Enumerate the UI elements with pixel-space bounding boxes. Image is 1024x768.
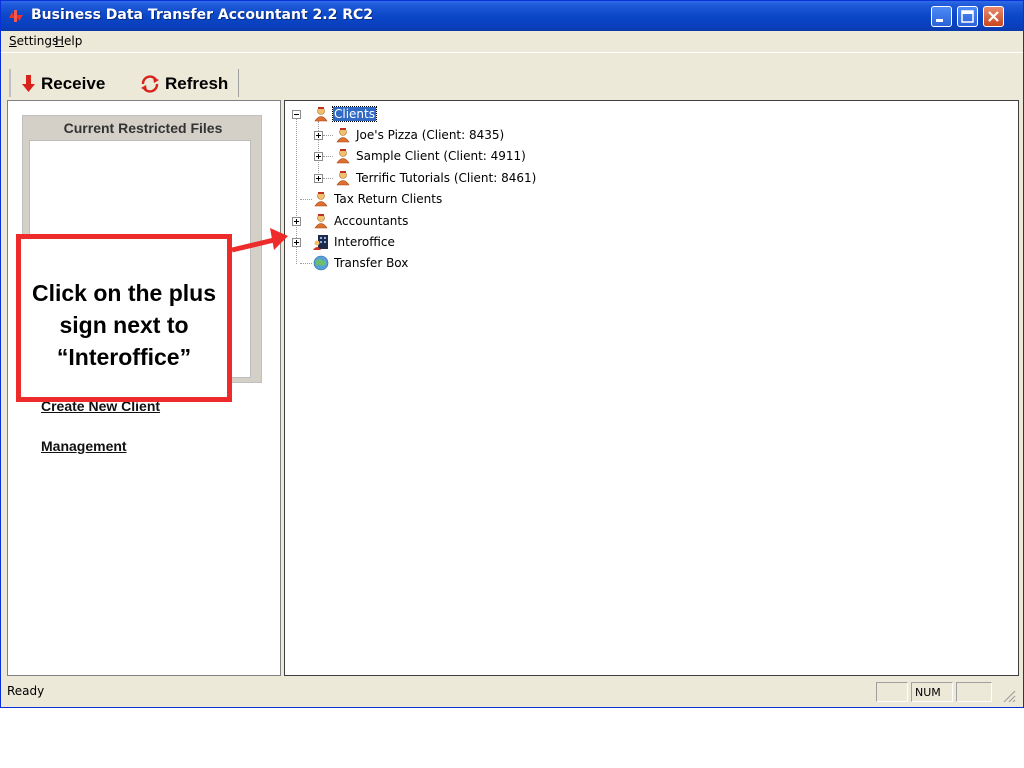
tree-line: [300, 199, 312, 200]
minus-icon: [294, 114, 299, 115]
tree-label-joes-pizza: Joe's Pizza (Client: 8435): [356, 128, 505, 142]
toolbar-group: Receive Refresh: [9, 69, 239, 97]
accountant-icon: [314, 214, 328, 229]
maximize-icon: [961, 10, 974, 23]
minimize-icon: [936, 19, 943, 22]
close-button[interactable]: [983, 6, 1004, 27]
expand-joes-pizza-toggle[interactable]: [314, 131, 323, 140]
status-text: Ready: [7, 684, 45, 698]
tutorial-callout: Click on the plus sign next to “Interoff…: [16, 234, 232, 402]
maximize-button[interactable]: [957, 6, 978, 27]
close-icon: [988, 11, 999, 22]
tree-node-terrific-tutorials[interactable]: Terrific Tutorials (Client: 8461): [335, 169, 537, 187]
menu-help[interactable]: Help: [55, 34, 82, 48]
expand-sample-client-toggle[interactable]: [314, 152, 323, 161]
tree-line: [300, 263, 312, 264]
client-icon: [314, 192, 328, 207]
client-icon: [336, 171, 350, 186]
toolbar: Receive Refresh: [1, 52, 1023, 99]
tree-node-tax-return-clients[interactable]: Tax Return Clients: [313, 190, 443, 208]
plus-icon: [294, 219, 299, 224]
management-link[interactable]: Management: [41, 438, 127, 454]
expand-terrific-tutorials-toggle[interactable]: [314, 174, 323, 183]
callout-text: Click on the plus sign next to “Interoff…: [31, 280, 217, 370]
title-bar[interactable]: Business Data Transfer Accountant 2.2 RC…: [1, 1, 1023, 31]
tree-node-joes-pizza[interactable]: Joe's Pizza (Client: 8435): [335, 126, 505, 144]
tree-line: [323, 156, 333, 157]
plus-icon: [316, 154, 321, 159]
menu-bar: Settings Help: [1, 31, 1023, 51]
tree-line: [318, 121, 319, 179]
refresh-button[interactable]: Refresh: [139, 73, 228, 95]
minimize-button[interactable]: [931, 6, 952, 27]
expand-interoffice-toggle[interactable]: [292, 238, 301, 247]
tree-label-interoffice: Interoffice: [334, 235, 395, 249]
tree-label-accountants: Accountants: [334, 214, 409, 228]
plus-icon: [316, 176, 321, 181]
plus-icon: [294, 240, 299, 245]
tree-line: [323, 178, 333, 179]
app-logo-icon: [9, 10, 23, 22]
status-bar: Ready NUM: [1, 678, 1023, 706]
tree-node-interoffice[interactable]: Interoffice: [313, 233, 396, 251]
menu-settings[interactable]: Settings: [9, 34, 58, 48]
resize-grip-icon[interactable]: [1001, 688, 1017, 704]
client-tree-pane: Clients Joe's Pizza (Client: 8435) Sampl…: [284, 100, 1019, 676]
receive-label: Receive: [41, 74, 106, 93]
plus-icon: [316, 133, 321, 138]
restricted-files-title: Current Restricted Files: [63, 120, 223, 136]
tree-label-sample-client: Sample Client (Client: 4911): [356, 149, 526, 163]
window-title: Business Data Transfer Accountant 2.2 RC…: [31, 7, 374, 23]
status-indicator-scroll: [956, 682, 992, 702]
tree-line: [323, 135, 333, 136]
tree-node-accountants[interactable]: Accountants: [313, 212, 409, 230]
tree-label-transfer-box: Transfer Box: [334, 256, 409, 270]
tree-label-tax-return-clients: Tax Return Clients: [334, 192, 443, 206]
tree-node-sample-client[interactable]: Sample Client (Client: 4911): [335, 147, 527, 165]
tree-label-terrific-tutorials: Terrific Tutorials (Client: 8461): [356, 171, 537, 185]
tree-label-clients: Clients: [332, 106, 377, 122]
expand-accountants-toggle[interactable]: [292, 217, 301, 226]
status-indicator-caps: [876, 682, 908, 702]
interoffice-icon: [313, 235, 328, 250]
transfer-box-icon: [313, 255, 329, 271]
refresh-icon: [141, 75, 159, 93]
client-icon: [336, 128, 350, 143]
tree-node-clients[interactable]: Clients: [313, 105, 377, 123]
receive-button[interactable]: Receive: [21, 73, 105, 95]
client-group-icon: [314, 107, 328, 122]
tree-node-transfer-box[interactable]: Transfer Box: [313, 254, 409, 272]
down-arrow-icon: [22, 75, 35, 92]
refresh-label: Refresh: [165, 74, 229, 93]
callout-arrow-icon: [231, 228, 288, 253]
client-icon: [336, 149, 350, 164]
status-indicator-num: NUM: [911, 682, 953, 702]
collapse-clients-toggle[interactable]: [292, 110, 301, 119]
